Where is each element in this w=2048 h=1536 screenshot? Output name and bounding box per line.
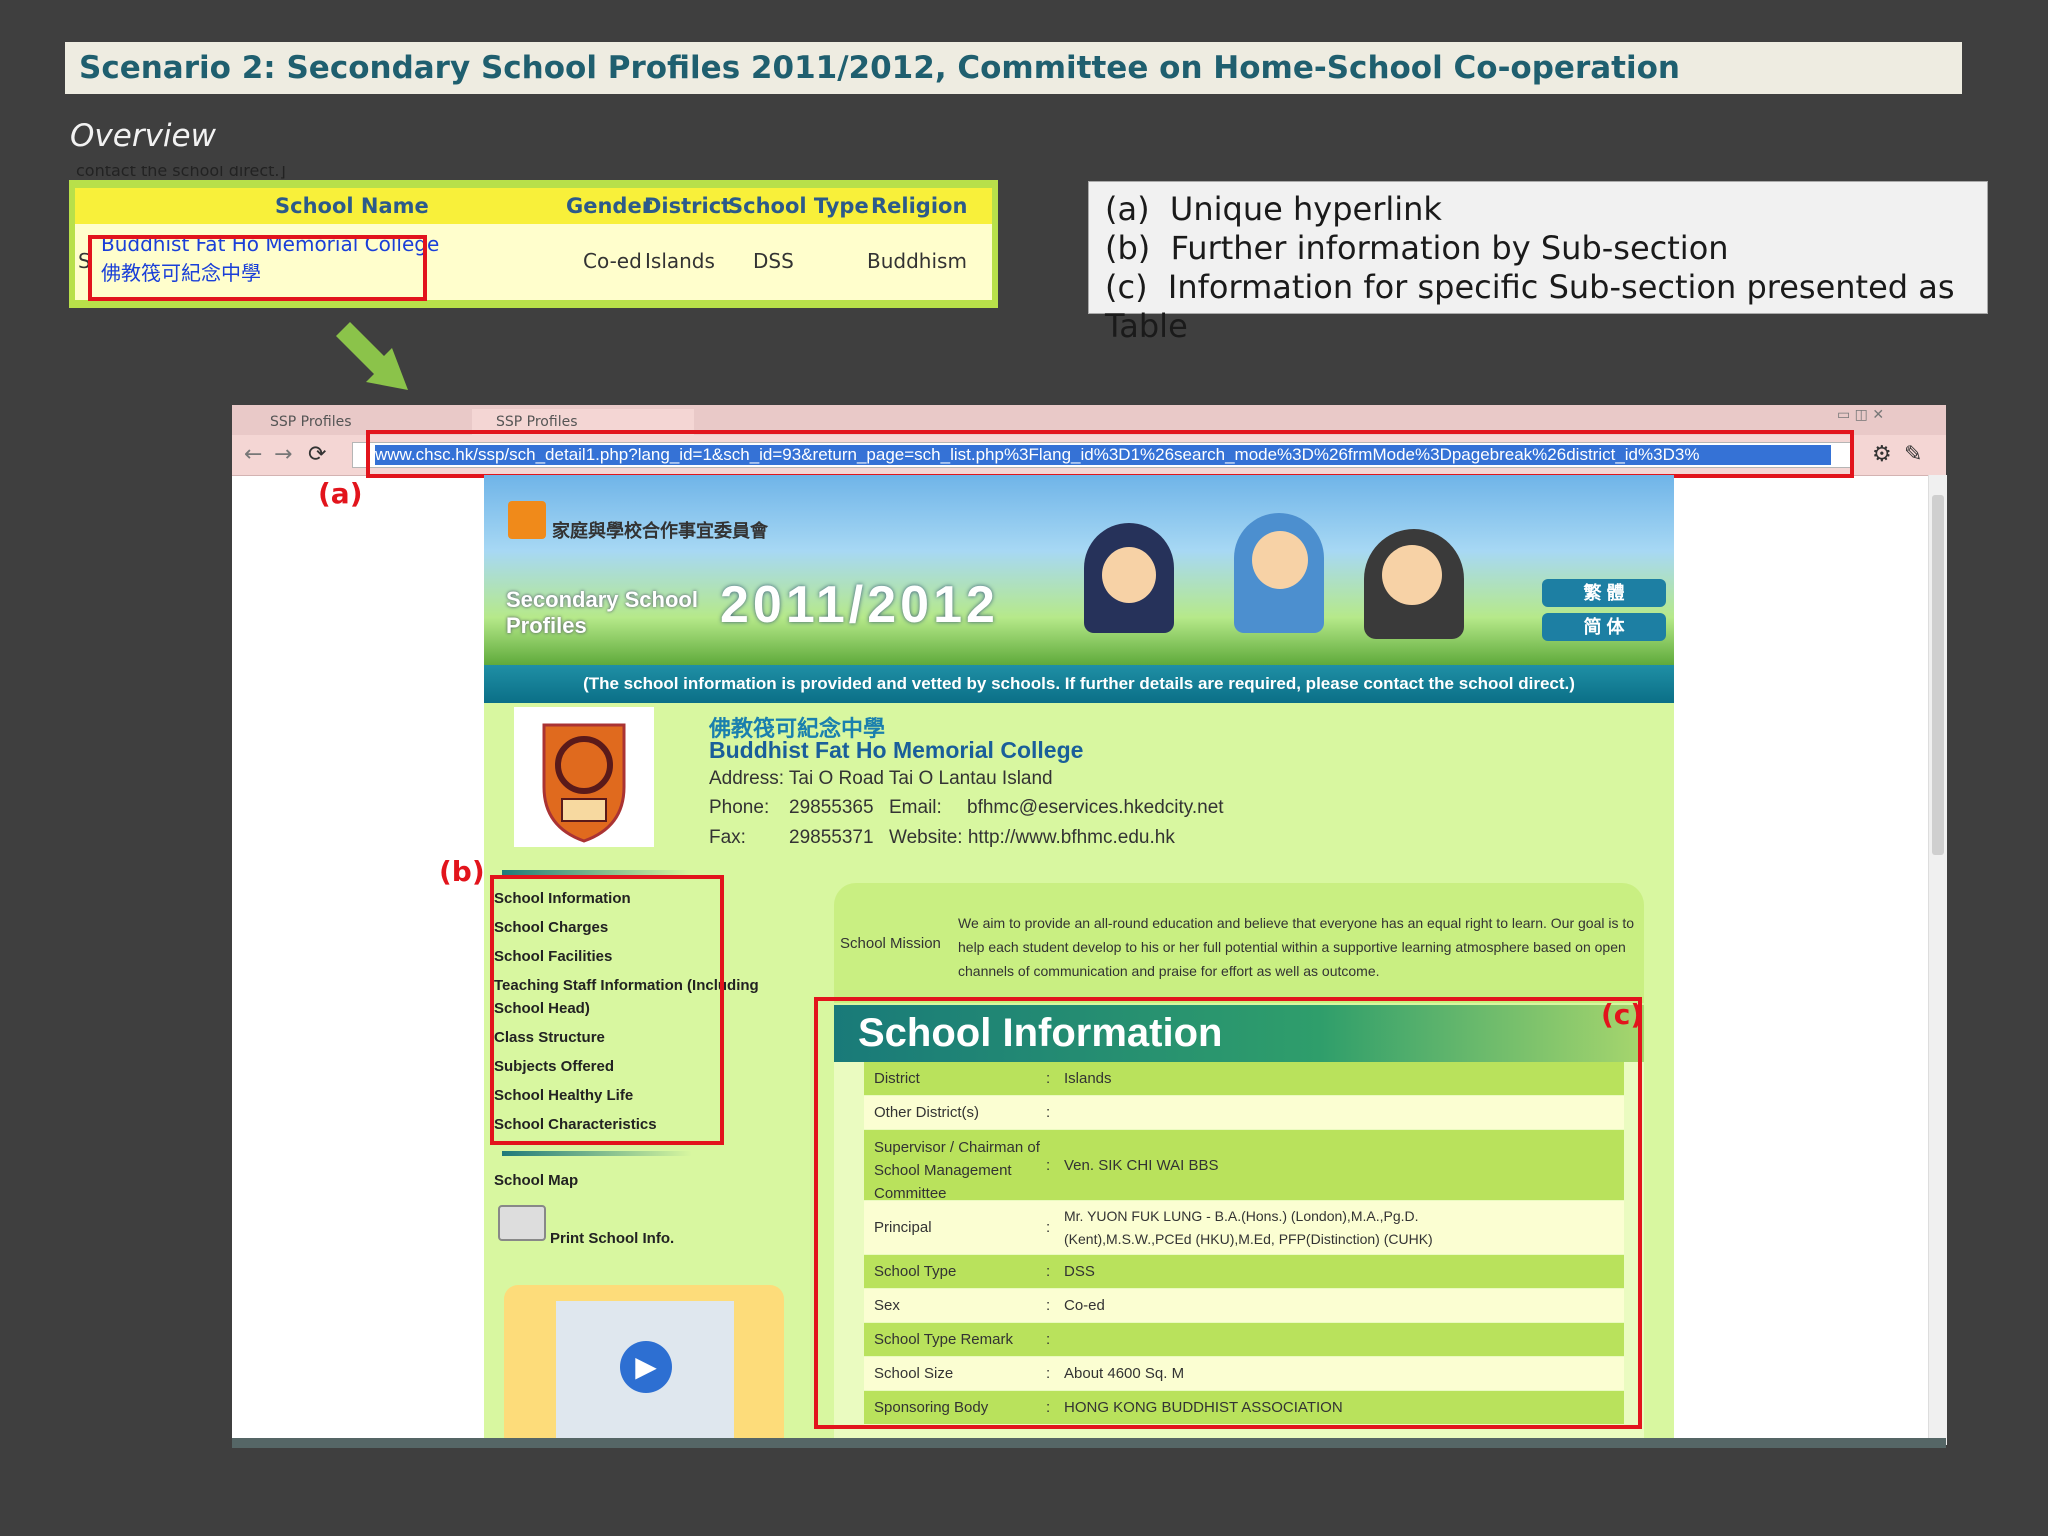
school-name-en: Buddhist Fat Ho Memorial College: [709, 737, 1084, 763]
website-link[interactable]: Website: http://www.bfhmc.edu.hk: [889, 827, 1175, 849]
fax-label: Fax:: [709, 827, 746, 848]
overview-heading: Overview: [70, 118, 216, 154]
row-gender: Co-ed: [583, 249, 642, 273]
pointer-arrow-icon: [336, 322, 408, 390]
web-page: 家庭與學校合作事宜委員會 Secondary School Profiles 20…: [484, 475, 1674, 1445]
header-religion: Religion: [871, 194, 968, 218]
cartoon-students-image: [1064, 503, 1524, 653]
legend-item-a: (a) Unique hyperlink: [1105, 190, 1442, 228]
print-school-info-link[interactable]: Print School Info.: [550, 1230, 674, 1247]
reload-icon[interactable]: ⟳: [308, 443, 326, 467]
marker-a: (a): [318, 477, 363, 510]
mission-panel: School Mission We aim to provide an all-…: [834, 883, 1644, 1003]
email-label: Email:: [889, 797, 942, 818]
page-banner: 家庭與學校合作事宜委員會 Secondary School Profiles 20…: [484, 475, 1674, 665]
marker-c: (c): [1601, 998, 1644, 1031]
marker-b: (b): [439, 855, 485, 888]
header-gender: Gender: [566, 194, 653, 218]
wrench-icon[interactable]: ✎: [1904, 443, 1922, 467]
lang-traditional-button[interactable]: 繁 體: [1542, 579, 1666, 607]
notice-strip: (The school information is provided and …: [484, 665, 1674, 703]
forward-icon[interactable]: →: [274, 443, 292, 467]
header-school-type: School Type: [728, 194, 869, 218]
school-address: Address: Tai O Road Tai O Lantau Island: [709, 768, 1053, 789]
school-crest-image: [514, 707, 654, 847]
highlight-school-link: [88, 235, 427, 301]
legend-box: (a) Unique hyperlink (b) Further informa…: [1088, 181, 1988, 345]
row-religion: Buddhism: [867, 249, 967, 273]
banner-title: Secondary School Profiles: [506, 587, 698, 638]
back-icon[interactable]: ←: [244, 443, 262, 467]
banner-year: 2011/2012: [720, 576, 999, 634]
taskbar: [232, 1438, 1946, 1448]
highlight-info-table: [814, 997, 1642, 1429]
mission-label: School Mission: [840, 935, 941, 952]
settings-icon[interactable]: ⚙: [1872, 443, 1892, 467]
browser-window: SSP Profiles SSP Profiles ▭ ◫ ✕ ← → ⟳ ww…: [232, 405, 1947, 1445]
email-value[interactable]: bfhmc@eservices.hkedcity.net: [967, 797, 1224, 819]
scrollbar-thumb[interactable]: [1932, 495, 1944, 855]
chsc-logo: [508, 501, 546, 539]
school-list-header: School Name Gender District School Type …: [75, 188, 992, 224]
mission-text: We aim to provide an all-round education…: [958, 915, 1635, 979]
play-icon[interactable]: ▶: [620, 1341, 672, 1393]
row-district: Islands: [645, 249, 715, 273]
printer-icon[interactable]: [498, 1205, 546, 1241]
page-scrollbar[interactable]: [1928, 475, 1947, 1445]
cut-off-text: contact the school direct.]: [76, 166, 286, 180]
org-name: 家庭與學校合作事宜委員會: [552, 521, 768, 541]
legend-item-b: (b) Further information by Sub-section: [1105, 229, 1729, 267]
highlight-sidebar: [490, 875, 724, 1145]
window-controls[interactable]: ▭ ◫ ✕: [1837, 407, 1884, 423]
fax-value: 29855371: [789, 827, 874, 848]
legend-item-c: (c) Information for specific Sub-section…: [1105, 268, 1955, 345]
header-school-name: School Name: [275, 194, 429, 218]
phone-label: Phone:: [709, 797, 770, 818]
video-panel: ▶: [504, 1285, 784, 1445]
highlight-url: [366, 430, 1854, 478]
phone-value: 29855365: [789, 797, 874, 818]
lang-simplified-button[interactable]: 简 体: [1542, 613, 1666, 641]
slide-title: Scenario 2: Secondary School Profiles 20…: [65, 42, 1962, 94]
sidebar-divider-2: [502, 1151, 692, 1156]
school-list-excerpt: School Name Gender District School Type …: [69, 180, 998, 308]
row-school-type: DSS: [753, 249, 794, 273]
header-district: District: [644, 194, 732, 218]
school-map-link[interactable]: School Map: [494, 1172, 578, 1189]
